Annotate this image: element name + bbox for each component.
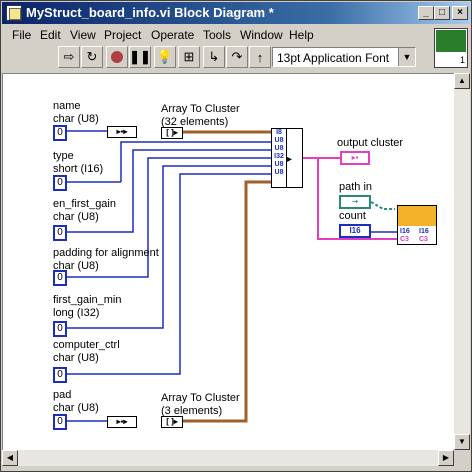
control-type-computer-ctrl: char (U8)	[53, 352, 99, 364]
control-label-type: type	[53, 150, 74, 162]
close-button[interactable]: ×	[452, 6, 468, 20]
menu-view[interactable]: View	[70, 28, 96, 42]
run-continuous-icon[interactable]: ↻	[81, 46, 103, 68]
write-term-2: C3	[400, 236, 409, 243]
bundle-node[interactable]: I8 U8 U8 I32 U8 U8 ▸	[271, 128, 303, 188]
horizontal-scrollbar[interactable]: ◀ ▶	[2, 450, 454, 466]
bundle-term-0: I8	[276, 129, 282, 136]
menu-bar: File Edit View Project Operate Tools Win…	[2, 25, 432, 45]
step-out-icon[interactable]: ↑	[249, 46, 271, 68]
window-title: MyStruct_board_info.vi Block Diagram *	[26, 5, 274, 20]
count-label: count	[339, 210, 366, 222]
block-diagram-canvas[interactable]: name char (U8) 0 type short (I16) 0 en_f…	[2, 73, 455, 451]
step-into-icon[interactable]: ↳	[203, 46, 225, 68]
control-pad[interactable]: 0	[53, 414, 67, 430]
title-bar[interactable]: MyStruct_board_info.vi Block Diagram * _…	[2, 2, 470, 24]
write-file-node[interactable]: I16 I16 C3 C3	[397, 205, 437, 245]
control-type-name: char (U8)	[53, 113, 99, 125]
block-diagram-window: MyStruct_board_info.vi Block Diagram * _…	[0, 0, 472, 472]
menu-edit[interactable]: Edit	[40, 28, 61, 42]
bundle-arrow-icon: ▸	[287, 154, 293, 165]
connector-pane-label: 1	[459, 55, 465, 65]
highlight-execution-icon[interactable]: 💡	[154, 46, 176, 68]
control-computer-ctrl[interactable]: 0	[53, 367, 67, 383]
chevron-down-icon[interactable]: ▼	[398, 48, 415, 66]
control-padding[interactable]: 0	[53, 270, 67, 286]
vertical-scrollbar[interactable]: ▲ ▼	[454, 73, 470, 450]
output-cluster-indicator[interactable]: ▸▪	[340, 151, 370, 165]
run-arrow-icon[interactable]: ⇨	[58, 46, 80, 68]
scroll-down-icon[interactable]: ▼	[454, 434, 470, 450]
control-type[interactable]: 0	[53, 175, 67, 191]
toolbar: ⇨ ↻ ❚❚ 💡 ⊞ ↳ ↷ ↑ 13pt Application Font ▼	[2, 46, 432, 72]
labview-app-icon	[6, 5, 22, 21]
pause-icon[interactable]: ❚❚	[129, 46, 151, 68]
vi-icon	[436, 30, 466, 52]
bundle-term-5: U8	[274, 169, 284, 176]
array-to-cluster-2-label: Array To Cluster	[161, 392, 240, 404]
control-label-computer-ctrl: computer_ctrl	[53, 339, 120, 351]
bundle-term-4: U8	[274, 161, 284, 168]
menu-file[interactable]: File	[12, 28, 31, 42]
control-label-name: name	[53, 100, 81, 112]
step-over-icon[interactable]: ↷	[226, 46, 248, 68]
bundle-term-2: U8	[274, 145, 284, 152]
bundle-term-3: I32	[274, 153, 284, 160]
control-label-pad: pad	[53, 389, 72, 401]
path-in-label: path in	[339, 181, 373, 193]
menu-operate[interactable]: Operate	[151, 28, 194, 42]
array-to-cluster-1-label: Array To Cluster	[161, 103, 240, 115]
scroll-up-icon[interactable]: ▲	[454, 73, 470, 89]
control-first-gain-min[interactable]: 0	[53, 321, 67, 337]
count-control[interactable]: I16	[339, 224, 371, 238]
bundle-terminals: I8 U8 U8 I32 U8 U8	[272, 129, 287, 187]
retain-wire-values-icon[interactable]: ⊞	[178, 46, 200, 68]
bundle-term-1: U8	[274, 137, 284, 144]
write-term-3: C3	[419, 236, 428, 243]
build-array-node-1[interactable]: ▸▪▸	[107, 126, 137, 138]
menu-help[interactable]: Help	[289, 28, 314, 42]
write-term-1: I16	[419, 228, 429, 235]
resize-grip[interactable]	[454, 450, 470, 466]
control-label-padding: padding for alignment	[53, 247, 159, 259]
build-array-node-2[interactable]: ▸▪▸	[107, 416, 137, 428]
control-type-pad: char (U8)	[53, 402, 99, 414]
control-label-en-first-gain: en_first_gain	[53, 198, 116, 210]
path-in-control[interactable]: ⇝	[339, 195, 371, 209]
scroll-right-icon[interactable]: ▶	[438, 450, 454, 466]
control-label-first-gain-min: first_gain_min	[53, 294, 122, 306]
abort-icon[interactable]	[106, 46, 128, 68]
array-to-cluster-node-1[interactable]: [ ]▸	[161, 127, 183, 139]
array-to-cluster-node-2[interactable]: [ ]▸	[161, 416, 183, 428]
control-name[interactable]: 0	[53, 125, 67, 141]
font-select[interactable]: 13pt Application Font ▼	[272, 47, 416, 67]
write-term-0: I16	[400, 228, 410, 235]
scroll-left-icon[interactable]: ◀	[2, 450, 18, 466]
menu-project[interactable]: Project	[104, 28, 141, 42]
write-file-icon	[398, 206, 436, 226]
output-cluster-label: output cluster	[337, 137, 404, 149]
minimize-button[interactable]: _	[418, 6, 434, 20]
control-type-first-gain-min: long (I32)	[53, 307, 100, 319]
control-en-first-gain[interactable]: 0	[53, 225, 67, 241]
control-type-type: short (I16)	[53, 163, 104, 175]
menu-tools[interactable]: Tools	[203, 28, 231, 42]
connector-pane[interactable]: 1	[434, 28, 468, 68]
control-type-en-first-gain: char (U8)	[53, 211, 99, 223]
maximize-button[interactable]: □	[434, 6, 450, 20]
font-select-value: 13pt Application Font	[277, 51, 390, 65]
menu-window[interactable]: Window	[240, 28, 283, 42]
